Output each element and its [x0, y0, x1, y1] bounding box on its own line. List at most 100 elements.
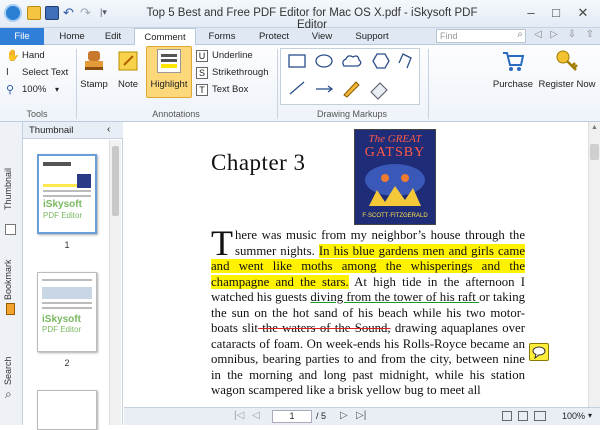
rectangle-tool-icon[interactable] [288, 54, 306, 68]
tab-edit[interactable]: Edit [96, 28, 130, 45]
document-scrollbar[interactable]: ▲ [588, 122, 600, 407]
redo-icon[interactable]: ↷ [80, 5, 91, 21]
scroll-up-icon[interactable]: ▲ [590, 124, 599, 134]
purchase-button[interactable]: Purchase [490, 47, 536, 97]
find-next-icon[interactable]: ▷ [548, 29, 560, 43]
single-page-icon[interactable] [502, 411, 512, 421]
continuous-page-icon[interactable] [518, 411, 528, 421]
cart-icon [501, 49, 525, 73]
app-logo-icon[interactable] [4, 4, 22, 22]
thumbnail-icon[interactable] [5, 224, 16, 235]
cover-title: The GREAT [368, 133, 422, 145]
thumbnail-scrollbar[interactable] [109, 140, 121, 425]
stamp-button[interactable]: Stamp [78, 47, 110, 97]
hand-tool-button[interactable]: ✋ Hand [4, 48, 74, 64]
polyline-tool-icon[interactable] [398, 53, 412, 69]
group-label-annotations: Annotations [152, 109, 200, 119]
note-label: Note [117, 79, 139, 90]
arrow-up-icon[interactable]: ⇧ [584, 29, 596, 43]
group-label-tools: Tools [26, 109, 48, 119]
bookmark-icon[interactable] [6, 303, 15, 315]
thumbnail-cover [77, 174, 91, 188]
find-input[interactable]: Find [436, 29, 526, 43]
two-page-icon[interactable] [534, 411, 546, 421]
scrollbar-thumb[interactable] [590, 144, 599, 160]
tab-file[interactable]: File [0, 28, 44, 45]
cloud-tool-icon[interactable] [342, 55, 362, 67]
scrollbar-thumb[interactable] [112, 146, 119, 216]
watermark-text: PDF Editor [42, 325, 82, 334]
hand-icon: ✋ [6, 50, 20, 62]
register-now-button[interactable]: Register Now [536, 47, 598, 97]
search-icon[interactable]: ⌕ [514, 29, 526, 43]
document-paragraph[interactable]: There was music from my neighbor’s house… [211, 223, 525, 399]
thumbnail-page-number: 2 [64, 358, 70, 368]
book-cover-image: The GREAT GATSBY F·SCOTT·FITZGERALD [354, 129, 436, 225]
underlined-text[interactable]: diving from the tower of his raft [310, 290, 479, 304]
ribbon-divider [76, 49, 77, 119]
thumbnail-heading-line [43, 162, 71, 166]
tab-view[interactable]: View [302, 28, 342, 45]
arrow-tool-icon[interactable] [316, 85, 334, 93]
open-folder-icon[interactable] [27, 6, 41, 20]
key-icon [555, 49, 579, 73]
maximize-icon[interactable]: □ [547, 4, 565, 22]
text-box-button[interactable]: T Text Box [194, 82, 276, 98]
polygon-tool-icon[interactable] [372, 53, 390, 69]
page-thumbnail[interactable] [37, 390, 97, 430]
minimize-icon[interactable]: – [522, 4, 540, 22]
chapter-heading: Chapter 3 [211, 150, 306, 175]
search-icon[interactable]: ⌕ [5, 387, 12, 402]
undo-icon[interactable]: ↶ [63, 5, 74, 21]
thumbnail-image [42, 287, 92, 299]
highlight-button[interactable]: Highlight [146, 46, 192, 98]
thumbnail-page-number: 1 [64, 240, 70, 250]
ribbon-divider [428, 49, 429, 119]
quick-access-dropdown-icon[interactable]: |▾ [100, 7, 107, 18]
find-previous-icon[interactable]: ◁ [532, 29, 544, 43]
eraser-tool-icon[interactable] [370, 82, 388, 100]
chevron-down-icon[interactable]: ▾ [588, 411, 592, 420]
tab-protect[interactable]: Protect [252, 28, 296, 45]
line-tool-icon[interactable] [289, 81, 305, 95]
tab-home[interactable]: Home [52, 28, 92, 45]
strikethrough-button[interactable]: S Strikethrough [194, 65, 276, 81]
pencil-tool-icon[interactable] [343, 81, 360, 98]
tab-comment[interactable]: Comment [134, 28, 196, 46]
strikethrough-text[interactable]: the waters of the Sound, [258, 321, 390, 335]
tab-thumbnail-side[interactable]: Thumbnail [3, 158, 19, 220]
next-page-icon[interactable]: ▷ [340, 410, 348, 421]
drop-cap: T [211, 223, 233, 263]
cover-author: F·SCOTT·FITZGERALD [362, 213, 428, 219]
page-number-input[interactable]: 1 [272, 410, 312, 423]
zoom-dropdown[interactable]: ⚲ 100% ▾ [4, 82, 74, 98]
page-thumbnail[interactable]: iSkysoft PDF Editor [37, 272, 97, 352]
group-label-drawing-markups: Drawing Markups [316, 109, 388, 119]
page-count: / 5 [316, 411, 327, 421]
select-text-label: Select Text [22, 67, 69, 78]
hand-label: Hand [22, 50, 45, 61]
thumbnail-panel: Thumbnail ‹ iSkysoft PDF Editor 1 iSkyso… [23, 122, 123, 430]
zoom-level[interactable]: 100% [562, 411, 585, 421]
select-text-button[interactable]: I Select Text [4, 65, 74, 81]
drawing-markups-gallery [280, 48, 420, 105]
tab-bookmark-side[interactable]: Bookmark [3, 252, 19, 308]
page-thumbnail[interactable]: iSkysoft PDF Editor [37, 154, 97, 234]
comment-note-icon[interactable] [529, 343, 549, 361]
oval-tool-icon[interactable] [315, 54, 333, 68]
tab-support[interactable]: Support [348, 28, 396, 45]
underline-icon: U [196, 50, 208, 62]
last-page-icon[interactable]: ▷| [356, 410, 366, 421]
first-page-icon[interactable]: |◁ [234, 410, 244, 421]
note-button[interactable]: Note [112, 47, 144, 97]
register-now-label: Register Now [538, 79, 596, 90]
tab-search-side[interactable]: Search [3, 350, 19, 392]
close-icon[interactable]: ✕ [574, 4, 592, 22]
arrow-down-icon[interactable]: ⇩ [566, 29, 578, 43]
collapse-panel-icon[interactable]: ‹ [107, 124, 110, 135]
watermark-text: PDF Editor [43, 211, 83, 220]
previous-page-icon[interactable]: ◁ [252, 410, 260, 421]
save-icon[interactable] [45, 6, 59, 20]
tab-forms[interactable]: Forms [200, 28, 244, 45]
underline-button[interactable]: U Underline [194, 48, 276, 64]
